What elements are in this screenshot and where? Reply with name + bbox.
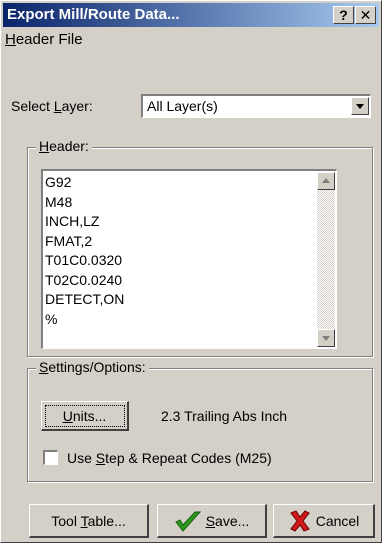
arrow-up-icon [322, 178, 330, 183]
header-textarea[interactable]: G92 M48 INCH,LZ FMAT,2 T01C0.0320 T02C0.… [41, 169, 337, 349]
step-repeat-checkbox[interactable] [43, 450, 58, 465]
save-label: Save... [205, 512, 250, 529]
title-bar[interactable]: Export Mill/Route Data... ? ✕ [3, 3, 379, 27]
save-button[interactable]: Save... [157, 504, 267, 538]
chevron-down-icon [356, 104, 364, 109]
green-checkmark-icon [174, 511, 201, 532]
red-x-icon [289, 509, 310, 532]
window-title: Export Mill/Route Data... [7, 6, 180, 23]
select-layer-value: All Layer(s) [147, 98, 218, 114]
scroll-down-button[interactable] [317, 329, 335, 347]
header-line: T02C0.0240 [45, 271, 123, 288]
units-value: 2.3 Trailing Abs Inch [161, 408, 288, 424]
units-button[interactable]: Units... [41, 401, 129, 431]
header-line: FMAT,2 [45, 232, 93, 249]
settings-group-legend: Settings/Options: [36, 359, 149, 375]
close-button[interactable]: ✕ [355, 6, 376, 24]
header-group-legend: Header: [36, 138, 92, 154]
select-layer-combo[interactable]: All Layer(s) [141, 94, 371, 118]
export-dialog: Export Mill/Route Data... ? ✕ Header Fil… [0, 0, 382, 543]
tool-table-button[interactable]: Tool Table... [29, 504, 149, 538]
select-layer-label: Select Layer: [11, 98, 93, 114]
scroll-up-button[interactable] [317, 172, 335, 190]
header-line: DETECT,ON [45, 291, 125, 307]
header-line: % [45, 310, 58, 327]
menu-header-file[interactable]: Header File [5, 31, 83, 48]
step-repeat-label[interactable]: Use Step & Repeat Codes (M25) [67, 450, 272, 466]
menu-header-file-label: eader File [15, 31, 83, 48]
header-line: INCH,LZ [45, 213, 100, 229]
close-icon: ✕ [359, 7, 372, 23]
menu-header-file-mnemonic: H [5, 31, 16, 48]
vertical-scrollbar[interactable] [317, 172, 335, 347]
header-line: G92 [45, 174, 72, 190]
arrow-down-icon [322, 336, 330, 341]
units-button-label: Units... [62, 407, 107, 424]
dropdown-button[interactable] [351, 97, 369, 115]
help-button[interactable]: ? [333, 6, 354, 24]
tool-table-label: Tool Table... [51, 512, 126, 529]
cancel-button[interactable]: Cancel [273, 504, 375, 538]
header-lines: G92 M48 INCH,LZ FMAT,2 T01C0.0320 T02C0.… [45, 173, 124, 329]
header-line: M48 [45, 193, 73, 210]
cancel-label: Cancel [315, 512, 360, 529]
header-line: T01C0.0320 [45, 252, 123, 268]
